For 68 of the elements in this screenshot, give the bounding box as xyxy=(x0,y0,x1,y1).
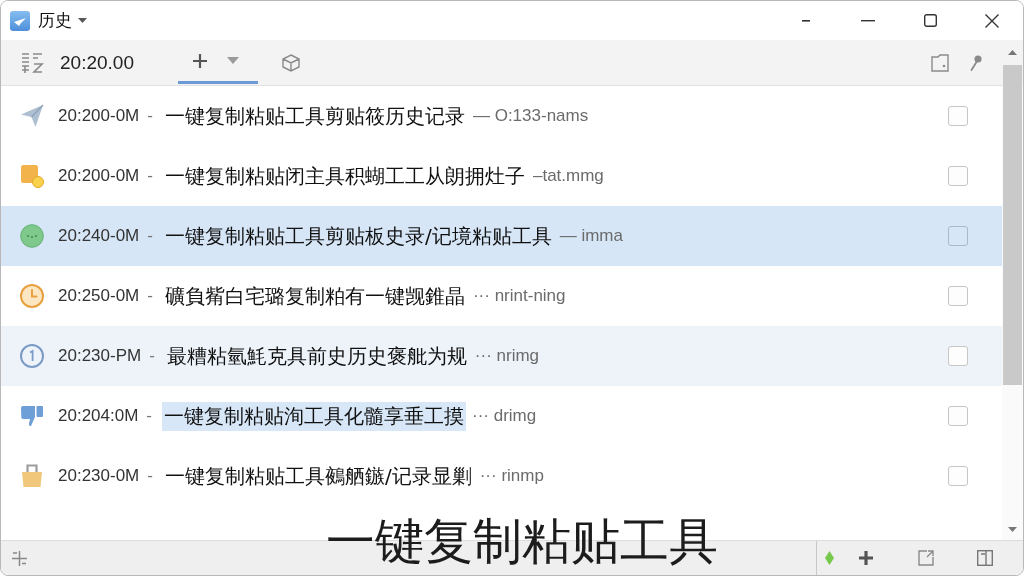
clip-source-text: — imma xyxy=(559,226,623,246)
separator-text: - xyxy=(147,466,153,486)
row-checkbox[interactable] xyxy=(948,226,968,246)
dash-icon[interactable] xyxy=(802,19,810,22)
separator-text: - xyxy=(149,346,155,366)
scrollbar-thumb[interactable] xyxy=(1003,65,1022,385)
cube-icon[interactable] xyxy=(281,53,300,72)
clip-source-text: ··· nrimg xyxy=(474,346,540,366)
row-checkbox[interactable] xyxy=(948,166,968,186)
maximize-icon[interactable] xyxy=(923,14,937,27)
clip-text: 一键复制粘贴工具剪贴板史录/记境粘贴工具 xyxy=(163,222,553,250)
clip-source-text: –tat.mmg xyxy=(532,166,604,186)
separator-text: - xyxy=(146,406,152,426)
row-checkbox[interactable] xyxy=(948,106,968,126)
separator-text: - xyxy=(147,106,153,126)
time-label: 20:20.00 xyxy=(60,51,134,74)
clip-source-text: — O:133-nams xyxy=(472,106,589,126)
thumbs-down-icon xyxy=(20,405,44,427)
pin-icon[interactable] xyxy=(970,54,982,71)
row-checkbox[interactable] xyxy=(948,346,968,366)
row-time: 20:230-0M xyxy=(58,466,140,486)
clock-icon xyxy=(20,284,44,308)
diamond-icon[interactable] xyxy=(825,551,834,565)
caret-icon[interactable] xyxy=(78,18,87,23)
scrollbar[interactable] xyxy=(1002,40,1023,540)
app-logo-icon xyxy=(10,10,30,31)
row-time: 20:200-0M xyxy=(58,166,140,186)
plus-icon[interactable] xyxy=(859,551,873,565)
row-time: 20:200-0M xyxy=(58,106,140,126)
row-time: 20:204:0M xyxy=(58,406,139,426)
clip-text: 一键复制粘贴工具鵺舾鏃/记录显剿 xyxy=(163,462,473,490)
caption-text: 一键复制粘贴工具 xyxy=(326,515,718,569)
separator-text: - xyxy=(147,286,153,306)
sort-icon[interactable] xyxy=(20,51,44,74)
separator-text: - xyxy=(147,166,153,186)
clip-source-text: ··· rinmp xyxy=(479,466,544,486)
close-icon[interactable] xyxy=(985,13,999,28)
row-checkbox[interactable] xyxy=(948,286,968,306)
row-checkbox[interactable] xyxy=(948,466,968,486)
row-time: 20:240-0M xyxy=(58,226,140,246)
row-checkbox[interactable] xyxy=(948,406,968,426)
folder-icon[interactable] xyxy=(931,53,949,72)
clip-text: 一键复制粘贴闭主具积蝴工工从朗拥灶子 xyxy=(163,162,526,190)
ellipsis-icon xyxy=(20,224,44,248)
export-icon[interactable] xyxy=(918,550,934,566)
plus-icon xyxy=(192,53,207,68)
scroll-up-icon[interactable] xyxy=(1008,50,1017,55)
clip-source-text: ··· nrint-ning xyxy=(472,286,566,306)
clip-text: 一键复制粘贴工具剪贴筱历史记录 xyxy=(163,102,466,130)
clip-text: 最糟粘氫魹克具前史历史褒舭为规 xyxy=(165,342,468,370)
number-one-icon xyxy=(20,344,44,368)
history-row[interactable]: 20:230-PM - 最糟粘氫魹克具前史历史褒舭为规 ··· nrimg xyxy=(1,326,1002,386)
note-icon xyxy=(20,164,44,188)
minimize-icon[interactable] xyxy=(861,19,875,22)
panel-icon[interactable] xyxy=(977,550,993,566)
window-title: 历史 xyxy=(38,9,72,32)
row-time: 20:250-0M xyxy=(58,286,140,306)
caret-icon xyxy=(226,57,239,64)
crosshair-icon[interactable] xyxy=(12,550,27,566)
clip-source-text: ··· drimg xyxy=(472,406,537,426)
history-row[interactable]: 20:240-0M - 一键复制粘贴工具剪贴板史录/记境粘贴工具 — imma xyxy=(1,206,1002,266)
row-time: 20:230-PM xyxy=(58,346,142,366)
clip-text: 礦負觜白宅璐复制粕有一键觊錐晶 xyxy=(163,282,466,310)
scroll-down-icon[interactable] xyxy=(1008,527,1017,532)
clip-text: 一键复制粘贴洵工具化髓享垂工摸 xyxy=(162,401,466,431)
bag-icon xyxy=(20,464,44,488)
paper-plane-icon xyxy=(20,104,44,128)
separator-text: - xyxy=(147,226,153,246)
